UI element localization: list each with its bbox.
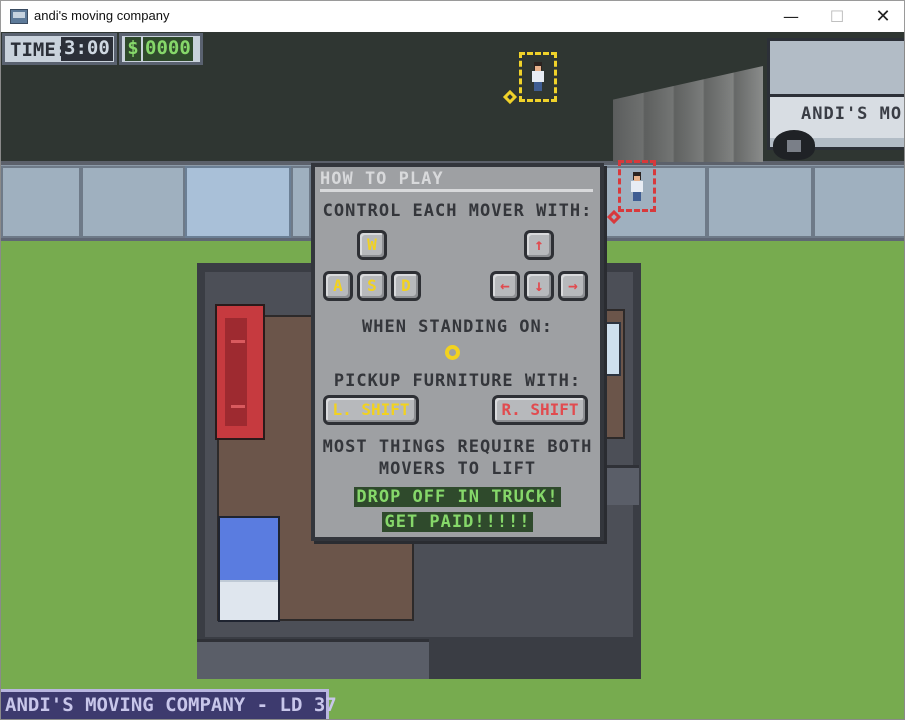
pickup-instruction: PICKUP FURNITURE WITH: bbox=[333, 371, 582, 391]
close-button[interactable]: ✕ bbox=[860, 1, 905, 33]
key-arrow-up-icon: ↑ bbox=[524, 230, 554, 260]
sidewalk-slab bbox=[1, 166, 81, 238]
get-paid-line: GET PAID!!!!! bbox=[315, 512, 600, 532]
control-instruction: CONTROL EACH MOVER WITH: bbox=[322, 201, 593, 221]
lift-note-line-2: MOVERS TO LIFT bbox=[378, 459, 537, 479]
window-title: andi's moving company bbox=[34, 8, 170, 23]
footer-title: ANDI'S MOVING COMPANY - LD 37 bbox=[5, 694, 337, 716]
how-to-play-panel: HOW TO PLAY CONTROL EACH MOVER WITH: W A… bbox=[311, 163, 604, 541]
truck-label: ANDI'S MO bbox=[801, 104, 903, 124]
sidewalk-slab bbox=[707, 166, 813, 238]
money-panel: $ 0000 bbox=[119, 33, 203, 65]
help-title-divider bbox=[320, 189, 593, 192]
key-arrow-left-icon: ← bbox=[490, 271, 520, 301]
window-titlebar: andi's moving company — ☐ ✕ bbox=[0, 0, 905, 32]
maximize-button[interactable]: ☐ bbox=[814, 1, 860, 33]
bed-pillow bbox=[220, 580, 278, 620]
timer-label: TIME: bbox=[10, 39, 68, 61]
sidewalk-slab bbox=[81, 166, 185, 238]
money-value: 0000 bbox=[143, 37, 193, 61]
key-right-shift: R. SHIFT bbox=[492, 395, 588, 425]
mover-legs bbox=[534, 82, 542, 91]
key-arrow-right-icon: → bbox=[558, 271, 588, 301]
mover-legs bbox=[633, 192, 641, 201]
key-arrow-down-icon: ↓ bbox=[524, 271, 554, 301]
standing-instruction: WHEN STANDING ON: bbox=[362, 317, 553, 337]
key-s: S bbox=[357, 271, 387, 301]
mover-2[interactable] bbox=[629, 172, 645, 202]
timer-panel: TIME: 3:00 bbox=[2, 33, 117, 65]
app-icon bbox=[10, 9, 28, 24]
mover-1[interactable] bbox=[530, 62, 546, 92]
help-title: HOW TO PLAY bbox=[320, 169, 444, 189]
dollar-icon: $ bbox=[125, 37, 141, 61]
timer-value: 3:00 bbox=[61, 37, 113, 61]
lift-note-line-1: MOST THINGS REQUIRE BOTH bbox=[322, 437, 593, 457]
footer-banner: ANDI'S MOVING COMPANY - LD 37 bbox=[1, 689, 337, 719]
sidewalk-slab bbox=[185, 166, 291, 238]
key-w: W bbox=[357, 230, 387, 260]
sidewalk-slab bbox=[291, 166, 311, 238]
house-window bbox=[601, 322, 621, 376]
drop-off-text: DROP OFF IN TRUCK! bbox=[354, 487, 561, 507]
red-couch[interactable] bbox=[215, 304, 265, 440]
drop-off-line: DROP OFF IN TRUCK! bbox=[315, 487, 600, 507]
minimize-button[interactable]: — bbox=[768, 1, 814, 33]
house-front-wall bbox=[197, 639, 429, 679]
key-a: A bbox=[323, 271, 353, 301]
key-left-shift: L. SHIFT bbox=[323, 395, 419, 425]
house-front-wall-right bbox=[599, 465, 639, 505]
truck-hubcap bbox=[787, 140, 801, 152]
mover-shirt bbox=[532, 71, 544, 82]
get-paid-text: GET PAID!!!!! bbox=[382, 512, 533, 532]
mover-shirt bbox=[631, 181, 643, 192]
key-d: D bbox=[391, 271, 421, 301]
sidewalk-slab bbox=[813, 166, 904, 238]
game-canvas[interactable]: ANDI'S MO TIME: 3:00 $ 0000 ANDI'S MOVIN… bbox=[0, 32, 905, 720]
target-ring-icon bbox=[445, 345, 460, 360]
